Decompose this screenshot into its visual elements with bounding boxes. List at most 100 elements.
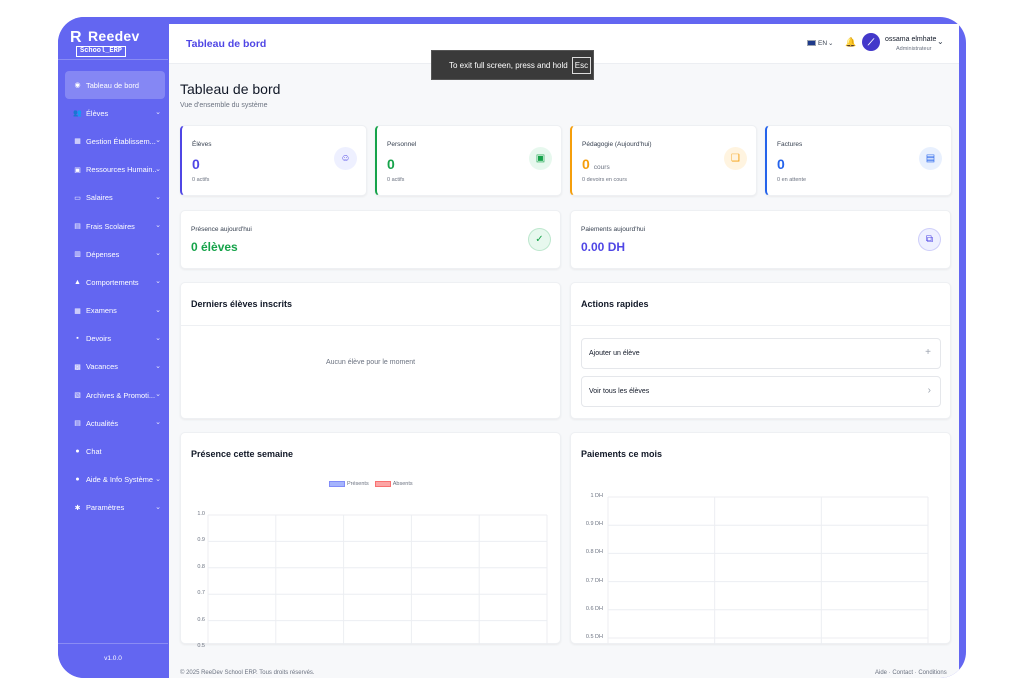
- chevron-down-icon: ⌄: [155, 362, 161, 370]
- chevron-down-icon: ⌄: [155, 137, 161, 145]
- stat-value: 0: [387, 156, 399, 172]
- sidebar-item-8[interactable]: ▦ Examens ⌄: [65, 297, 165, 325]
- stat-card-3[interactable]: Factures 0 0 en attente ▤: [765, 125, 952, 196]
- page-subtitle: Vue d'ensemble du système: [180, 102, 268, 109]
- hr-icon: ▣: [74, 166, 81, 174]
- sidebar-item-7[interactable]: ▲ Comportements ⌄: [65, 268, 165, 296]
- stat-label: Élèves: [192, 141, 212, 148]
- y-tick-label: 0.5: [197, 643, 205, 649]
- stat-sub: 0 actifs: [387, 177, 405, 183]
- payments-chart: [607, 496, 929, 645]
- user-role: Administrateur: [896, 46, 932, 52]
- stat-value: 0 cours: [582, 156, 610, 172]
- y-tick-label: 0.7 DH: [585, 577, 603, 584]
- exam-icon: ▦: [74, 307, 81, 315]
- fullscreen-key: Esc: [571, 56, 592, 74]
- student-icon: ☺: [334, 147, 357, 170]
- app-frame: R Reedev School_ERP ◉ Tableau de bord 👥 Élè…: [58, 17, 966, 678]
- sidebar-item-label: Dépenses: [86, 249, 120, 259]
- sidebar-item-label: Chat: [86, 447, 102, 457]
- chat-icon: ●: [75, 448, 80, 456]
- y-tick-label: 0.8: [197, 563, 205, 570]
- fullscreen-toast: To exit full screen, press and hold Esc: [431, 50, 594, 80]
- user-name: ossama elmhate: [885, 36, 937, 43]
- wide-stat-card-1: Paiements aujourd'hui 0.00 DH ⧉: [570, 210, 951, 269]
- panel-divider: [181, 325, 560, 326]
- sidebar-nav: ◉ Tableau de bord 👥 Élèves ⌄ ▦ Gestion Établis…: [65, 71, 165, 522]
- fees-icon: ▤: [74, 223, 81, 231]
- page-title: Tableau de bord: [180, 81, 281, 97]
- stat-label: Paiements aujourd'hui: [581, 226, 646, 233]
- homework-icon: ▪: [76, 335, 79, 343]
- expenses-icon: ▥: [74, 251, 81, 259]
- sidebar-item-14[interactable]: ● Aide & Info Système ⌄: [65, 466, 165, 494]
- chevron-down-icon: ⌄: [155, 503, 161, 511]
- stat-label: Pédagogie (Aujourd'hui): [582, 141, 652, 148]
- news-icon: ▤: [74, 420, 81, 428]
- stat-card-0[interactable]: Élèves 0 0 actifs ☺: [180, 125, 367, 196]
- stat-value: 0: [192, 156, 204, 172]
- sidebar-item-1[interactable]: 👥 Élèves ⌄: [65, 99, 165, 127]
- app-version: v1.0.0: [104, 655, 122, 662]
- language-label: EN: [818, 39, 828, 47]
- sidebar-item-12[interactable]: ▤ Actualités ⌄: [65, 409, 165, 437]
- footer-links[interactable]: Aide · Contact · Conditions: [875, 670, 947, 676]
- sidebar-item-11[interactable]: ▧ Archives & Promoti... ⌄: [65, 381, 165, 409]
- panel-divider: [571, 325, 950, 326]
- sidebar-item-label: Frais Scolaires: [86, 221, 135, 231]
- brand-r-icon: R: [70, 29, 82, 46]
- sidebar-item-0[interactable]: ◉ Tableau de bord: [65, 71, 165, 100]
- chevron-down-icon: ⌄: [155, 250, 161, 258]
- empty-state-message: Aucun élève pour le moment: [325, 359, 416, 366]
- sidebar-item-4[interactable]: ▭ Salaires ⌄: [65, 184, 165, 212]
- sidebar-item-label: Archives & Promoti...: [86, 390, 155, 400]
- add-student-action[interactable]: Ajouter un élève +: [581, 338, 941, 369]
- sidebar-item-label: Examens: [86, 306, 117, 316]
- chevron-down-icon: ⌄: [155, 419, 161, 427]
- briefcase-icon: ▣: [529, 147, 552, 170]
- money-icon: ▭: [74, 194, 81, 202]
- language-selector[interactable]: EN ⌄: [807, 39, 833, 47]
- stat-card-2[interactable]: Pédagogie (Aujourd'hui) 0 cours 0 devoirs e…: [570, 125, 757, 196]
- sidebar-item-15[interactable]: ✱ Paramètres ⌄: [65, 494, 165, 522]
- y-tick-label: 0.7: [197, 590, 205, 597]
- stat-unit: cours: [593, 164, 610, 171]
- stat-card-1[interactable]: Personnel 0 0 actifs ▣: [375, 125, 562, 196]
- payment-icon: ⧉: [918, 228, 941, 251]
- stat-number: 0: [582, 156, 590, 172]
- panel-title: Actions rapides: [581, 299, 649, 309]
- sidebar-item-13[interactable]: ● Chat: [65, 437, 165, 465]
- sidebar-item-label: Aide & Info Système: [86, 475, 153, 485]
- sidebar-item-3[interactable]: ▣ Ressources Humain... ⌄: [65, 156, 165, 184]
- notification-bell-icon[interactable]: 🔔: [845, 37, 856, 48]
- recent-students-panel: Derniers élèves inscrits Aucun élève pou…: [180, 282, 561, 419]
- action-label: Ajouter un élève: [589, 350, 640, 357]
- footer-copyright: © 2025 ReeDev School ERP. Tous droits ré…: [180, 670, 315, 676]
- chevron-down-icon: ⌄: [828, 40, 834, 47]
- building-icon: ▦: [74, 138, 81, 146]
- stat-sub: 0 devoirs en cours: [582, 177, 627, 183]
- user-avatar[interactable]: ⟋: [862, 33, 880, 51]
- y-tick-label: 0.9 DH: [585, 521, 603, 528]
- brand-logo[interactable]: R Reedev School_ERP: [68, 27, 158, 61]
- user-menu-chevron-icon[interactable]: ⌄: [937, 37, 944, 46]
- sidebar-item-label: Gestion Établissem...: [86, 136, 156, 146]
- sidebar-item-10[interactable]: ▩ Vacances ⌄: [65, 353, 165, 381]
- sidebar-item-label: Élèves: [86, 108, 109, 118]
- sidebar-item-6[interactable]: ▥ Dépenses ⌄: [65, 240, 165, 268]
- vacation-icon: ▩: [74, 363, 81, 371]
- attendance-chart-panel: Présence cette semaine Présents Absents …: [180, 432, 561, 649]
- quick-actions-panel: Actions rapides Ajouter un élève + Voir …: [570, 282, 951, 419]
- sidebar-item-2[interactable]: ▦ Gestion Établissem... ⌄: [65, 127, 165, 155]
- sidebar-item-label: Actualités: [86, 418, 119, 428]
- sidebar-item-5[interactable]: ▤ Frais Scolaires ⌄: [65, 212, 165, 240]
- fullscreen-message: To exit full screen, press and hold: [449, 60, 568, 70]
- warning-icon: ▲: [74, 278, 81, 286]
- y-tick-label: 1 DH: [590, 493, 603, 499]
- sidebar-item-9[interactable]: ▪ Devoirs ⌄: [65, 325, 165, 353]
- flag-icon: [807, 40, 816, 46]
- chevron-down-icon: ⌄: [155, 109, 161, 117]
- sidebar-item-label: Paramètres: [86, 503, 125, 513]
- stat-value: 0 élèves: [191, 240, 238, 254]
- view-all-students-action[interactable]: Voir tous les élèves ›: [581, 376, 941, 407]
